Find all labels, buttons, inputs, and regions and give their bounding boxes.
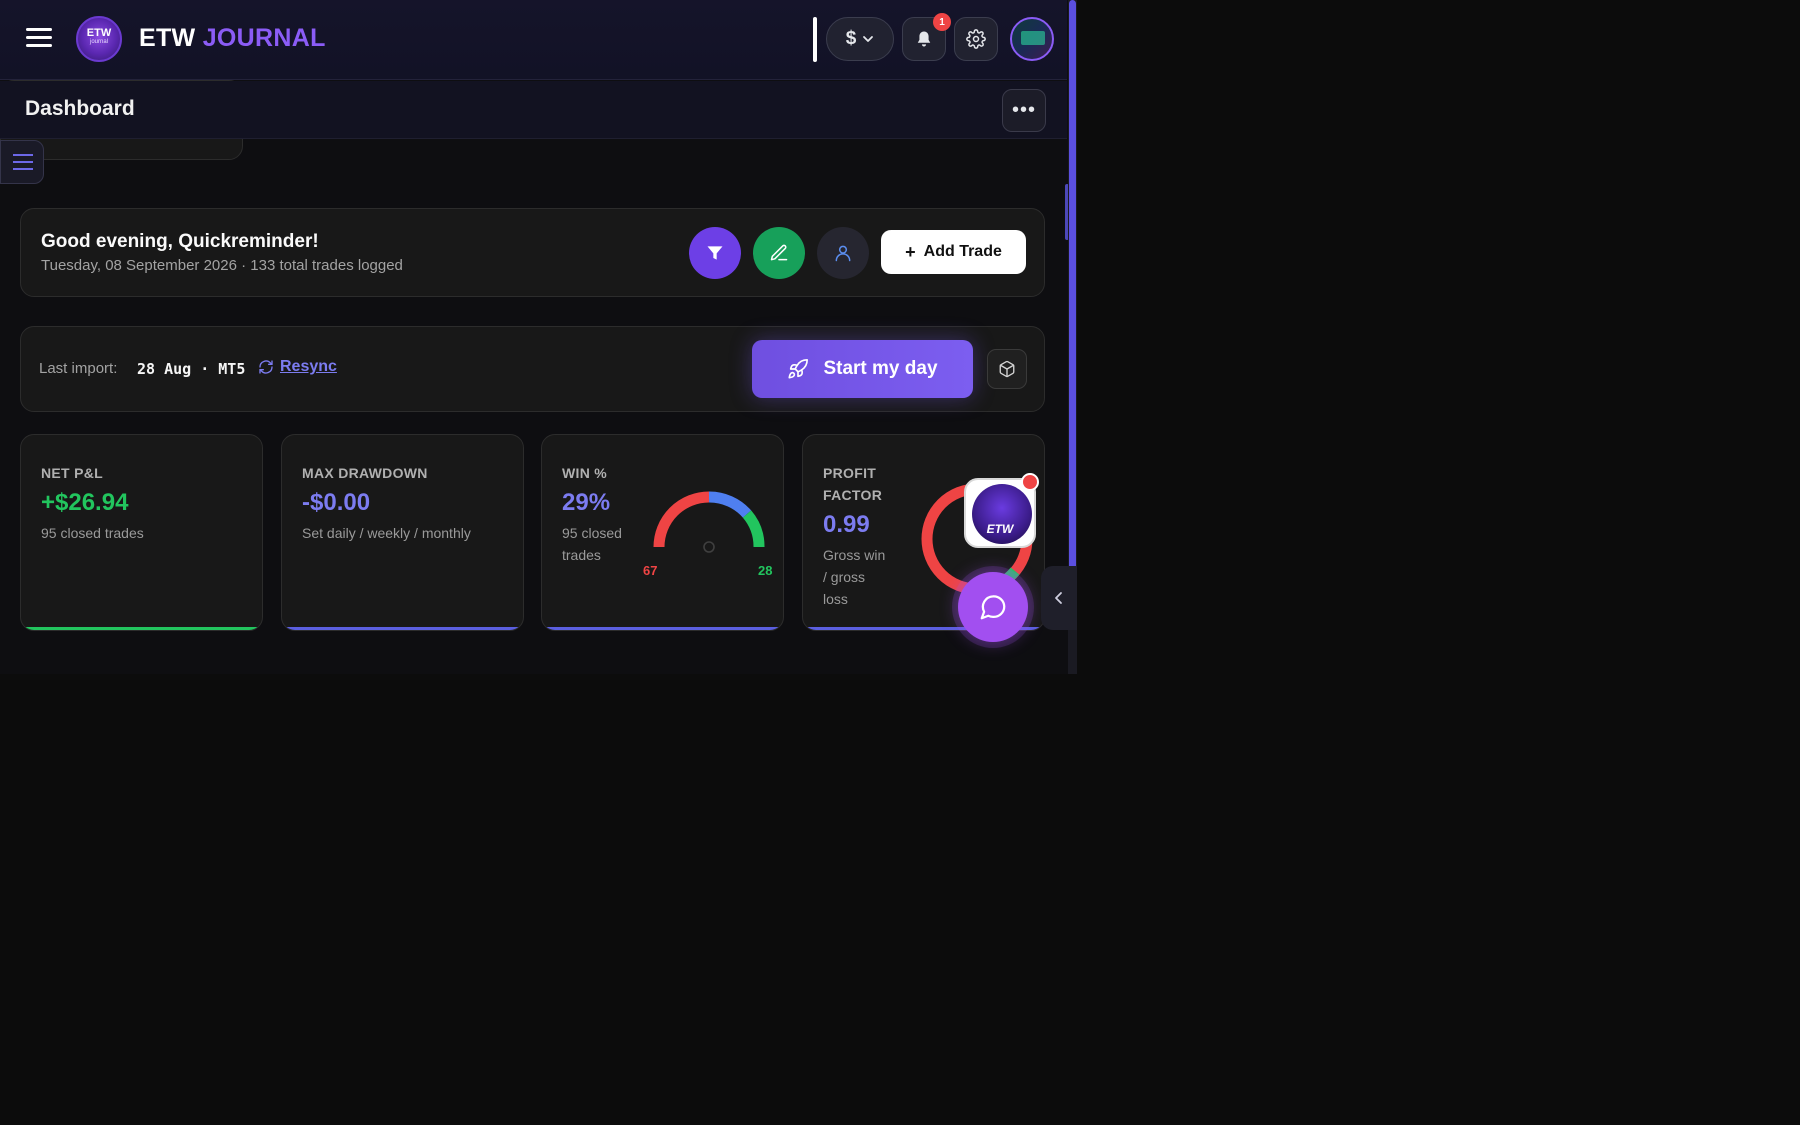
chevron-left-icon — [1055, 592, 1062, 604]
logo-text: ETW — [86, 27, 112, 39]
account-button[interactable] — [817, 227, 869, 279]
user-avatar[interactable] — [1010, 17, 1054, 61]
brand-etw: ETW — [139, 24, 196, 52]
promo-notification-dot — [1021, 473, 1039, 491]
import-card: Last import: 28 Aug · MT5 Resync Start m… — [20, 326, 1045, 412]
stat-value: 0.99 — [823, 511, 870, 538]
max-drawdown-card[interactable]: MAX DRAWDOWN -$0.00 Set daily / weekly /… — [281, 434, 524, 631]
settings-button[interactable] — [954, 17, 998, 61]
stat-accent-bar — [282, 627, 523, 630]
more-icon: ••• — [1011, 99, 1036, 121]
currency-symbol: $ — [845, 28, 857, 49]
gauge-center — [703, 541, 715, 553]
last-import-label: Last import: — [39, 360, 118, 377]
chat-bubble-icon — [980, 595, 1006, 620]
promo-logo-text: ETW — [986, 522, 1014, 536]
bell-icon — [917, 31, 931, 47]
stat-label: WIN % — [562, 465, 608, 481]
resync-link[interactable]: Resync — [258, 358, 337, 376]
stat-sub-line: 95 closed — [562, 525, 622, 541]
gauge-win-arc — [742, 510, 765, 548]
stat-accent-bar — [542, 627, 783, 630]
stat-value: 29% — [562, 489, 611, 516]
gauge-loss-count: 67 — [643, 563, 658, 578]
add-trade-label: Add Trade — [923, 243, 1002, 260]
gear-icon — [966, 29, 986, 49]
edit-button[interactable] — [753, 227, 805, 279]
pencil-icon — [770, 244, 788, 261]
stat-value: +$26.94 — [41, 489, 129, 516]
app-window: ETW journal ETW JOURNAL $ 1 Dashboard ••… — [0, 0, 1077, 674]
cube-button[interactable] — [987, 349, 1027, 389]
chat-button[interactable] — [952, 566, 1034, 648]
start-my-day-label: Start my day — [823, 358, 938, 379]
stat-sub-line: / gross — [823, 569, 866, 585]
stat-label-line: FACTOR — [823, 487, 883, 503]
net-pnl-card[interactable]: NET P&L +$26.94 95 closed trades — [20, 434, 263, 631]
stat-sub: 95 closed trades — [41, 525, 144, 541]
stat-label: MAX DRAWDOWN — [302, 465, 428, 481]
refresh-icon — [259, 360, 273, 374]
stat-sub-line: Gross win — [823, 547, 886, 563]
page-title: Dashboard — [25, 97, 135, 120]
filter-button[interactable] — [689, 227, 741, 279]
add-trade-button[interactable]: + Add Trade — [881, 230, 1026, 274]
cube-icon — [999, 360, 1015, 378]
dashboard-header: Dashboard ••• — [0, 81, 1067, 139]
scrollbar-thumb[interactable] — [1069, 0, 1076, 610]
brand-title: ETW JOURNAL — [139, 24, 326, 53]
notification-badge: 1 — [933, 13, 951, 31]
collapse-panel-button[interactable] — [1041, 566, 1077, 630]
win-rate-card[interactable]: WIN % 29% 95 closed trades 67 28 — [541, 434, 784, 631]
menu-icon[interactable] — [26, 28, 52, 50]
win-rate-gauge — [653, 491, 765, 553]
rocket-icon — [788, 359, 809, 379]
more-options-button[interactable]: ••• — [1002, 89, 1046, 132]
stat-accent-bar — [21, 627, 262, 630]
notifications-button[interactable]: 1 — [902, 13, 951, 61]
stat-value: -$0.00 — [302, 489, 371, 516]
resync-label: Resync — [280, 358, 337, 375]
stat-label: NET P&L — [41, 465, 103, 481]
last-import-value: 28 Aug · MT5 — [137, 360, 246, 378]
gauge-neutral-arc — [708, 491, 752, 518]
gauge-loss-arc — [653, 491, 710, 548]
brand-journal: JOURNAL — [202, 24, 326, 52]
app-logo[interactable]: ETW journal — [76, 16, 122, 62]
chat-button-core — [958, 572, 1028, 642]
stat-label: PROFIT FACTOR — [823, 462, 882, 506]
sidebar-toggle-button[interactable] — [0, 140, 44, 184]
plus-icon: + — [905, 241, 916, 262]
user-icon — [835, 245, 851, 262]
chevron-down-icon — [863, 36, 874, 42]
stat-sub-line: trades — [562, 547, 601, 563]
currency-selector[interactable]: $ — [826, 17, 894, 61]
avatar-image — [1021, 31, 1045, 45]
greeting-subtitle: Tuesday, 08 September 2026 · 133 total t… — [41, 257, 403, 274]
logo-subtext: journal — [89, 39, 108, 45]
stat-label-line: PROFIT — [823, 465, 877, 481]
greeting-title: Good evening, Quickreminder! — [41, 231, 319, 252]
filter-icon — [707, 246, 723, 260]
greeting-card: Good evening, Quickreminder! Tuesday, 08… — [20, 208, 1045, 297]
top-bar: ETW journal ETW JOURNAL $ 1 — [0, 0, 1067, 80]
divider — [813, 17, 817, 62]
stat-sub-line: loss — [823, 591, 848, 607]
gauge-win-count: 28 — [758, 563, 773, 578]
start-my-day-button[interactable]: Start my day — [752, 340, 973, 398]
stat-sub: Set daily / weekly / monthly — [302, 525, 471, 541]
